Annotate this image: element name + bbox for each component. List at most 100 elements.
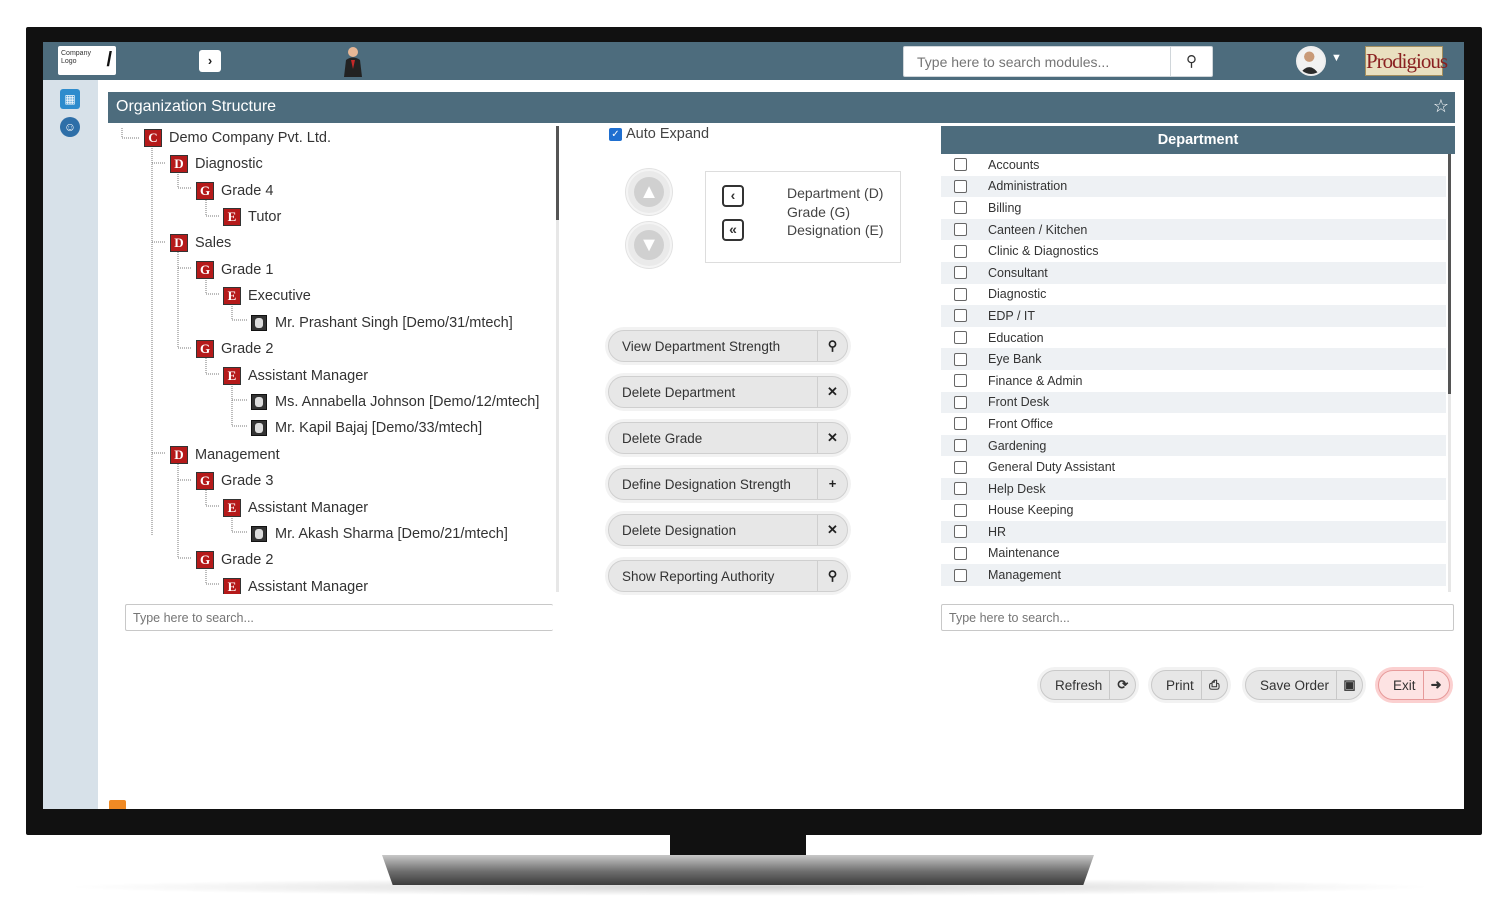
list-item[interactable]: HR [941, 521, 1446, 543]
checkbox[interactable] [954, 266, 967, 280]
list-item[interactable]: Diagnostic [941, 284, 1446, 306]
checkbox[interactable] [954, 374, 967, 388]
list-item[interactable]: Front Desk [941, 391, 1446, 414]
designation-badge-icon: E [223, 208, 241, 226]
list-item[interactable]: Clinic & Diagnostics [941, 240, 1446, 262]
checkbox[interactable] [954, 503, 967, 517]
delete-grade-button[interactable]: Delete Grade ✕ [608, 422, 848, 454]
tree-scrollbar-thumb[interactable] [556, 126, 559, 220]
search-icon[interactable]: ⚲ [1170, 47, 1212, 76]
checkbox[interactable] [954, 525, 967, 539]
tree-node[interactable]: E Assistant Manager [223, 497, 368, 519]
org-chart-icon[interactable]: ▦ [60, 89, 80, 109]
list-item[interactable]: Gardening [941, 434, 1446, 457]
save-order-button[interactable]: Save Order ▣ [1245, 670, 1364, 700]
checkbox[interactable] [954, 223, 967, 237]
refresh-button[interactable]: Refresh ⟳ [1040, 670, 1137, 700]
users-icon[interactable]: ☺ [60, 117, 80, 137]
collapse-single-icon[interactable]: ‹ [722, 185, 744, 207]
star-icon[interactable]: ☆ [1433, 96, 1449, 117]
tree-node[interactable]: E Assistant Manager [223, 576, 368, 594]
delete-department-button[interactable]: Delete Department ✕ [608, 376, 848, 408]
department-label: House Keeping [988, 503, 1074, 518]
tree-scrollbar[interactable] [556, 126, 559, 592]
collapse-all-icon[interactable]: « [722, 219, 744, 241]
tree-node-label: Diagnostic [195, 156, 263, 172]
tree-node[interactable]: D Sales [170, 232, 231, 254]
checkbox[interactable] [954, 482, 967, 496]
tree-node[interactable]: G Grade 1 [196, 259, 273, 281]
list-item[interactable]: Consultant [941, 261, 1446, 284]
tree-node[interactable]: D Management [170, 444, 280, 466]
list-item[interactable]: Front Office [941, 413, 1446, 435]
tree-node[interactable]: C Demo Company Pvt. Ltd. [144, 127, 331, 149]
brand-logo: Prodigious [1365, 46, 1448, 76]
checkbox[interactable] [954, 309, 967, 323]
delete-designation-button[interactable]: Delete Designation ✕ [608, 514, 848, 546]
search-icon: ⚲ [817, 330, 847, 362]
checkbox[interactable] [954, 568, 967, 582]
list-item[interactable]: EDP / IT [941, 305, 1446, 327]
department-search-input[interactable] [942, 605, 1453, 630]
tree-node[interactable]: E Assistant Manager [223, 365, 368, 387]
list-item[interactable]: Administration [941, 175, 1446, 198]
circle-arrow-icon[interactable]: › [199, 50, 221, 72]
list-item[interactable]: Help Desk [941, 477, 1446, 500]
checkbox[interactable] [954, 460, 967, 474]
checkbox[interactable] [954, 201, 967, 215]
checkbox[interactable] [954, 439, 967, 453]
department-list: Accounts Administration Billing Canteen … [941, 154, 1446, 592]
department-scrollbar-thumb[interactable] [1448, 154, 1451, 394]
action-label: Delete Grade [622, 430, 703, 446]
tree-node[interactable]: E Executive [223, 285, 311, 307]
checkbox[interactable] [954, 158, 967, 172]
view-department-strength-button[interactable]: View Department Strength ⚲ [608, 330, 848, 362]
tree-search-input[interactable] [126, 605, 553, 630]
checkbox[interactable] [954, 331, 967, 345]
checkbox[interactable] [954, 287, 967, 301]
list-item[interactable]: Finance & Admin [941, 370, 1446, 392]
list-item[interactable]: Maintenance [941, 543, 1446, 565]
arrow-down-icon: ▼ [634, 230, 664, 260]
tree-node[interactable]: D Diagnostic [170, 153, 263, 175]
tree-node[interactable]: E Tutor [223, 206, 281, 228]
tree-node[interactable]: Mr. Akash Sharma [Demo/21/mtech] [251, 523, 508, 545]
auto-expand-checkbox[interactable]: ✓ Auto Expand [609, 126, 709, 142]
checkbox[interactable] [954, 395, 967, 409]
list-item[interactable]: General Duty Assistant [941, 456, 1446, 478]
move-up-button[interactable]: ▲ [626, 169, 672, 215]
print-button[interactable]: Print ⎙ [1151, 670, 1228, 700]
checkbox[interactable] [954, 352, 967, 366]
caret-down-icon[interactable]: ▼ [1331, 52, 1342, 64]
define-designation-strength-button[interactable]: Define Designation Strength + [608, 468, 848, 500]
tree-node[interactable]: Mr. Kapil Bajaj [Demo/33/mtech] [251, 417, 482, 439]
list-item[interactable]: House Keeping [941, 500, 1446, 522]
exit-button[interactable]: Exit ➜ [1378, 670, 1450, 700]
tree-node[interactable]: G Grade 2 [196, 338, 273, 360]
list-item[interactable]: Education [941, 327, 1446, 349]
checkbox[interactable] [954, 179, 967, 193]
list-item[interactable]: Accounts [941, 154, 1446, 176]
move-down-button[interactable]: ▼ [626, 222, 672, 268]
checkbox[interactable] [954, 417, 967, 431]
tree-node[interactable]: G Grade 3 [196, 470, 273, 492]
checkbox[interactable] [954, 244, 967, 258]
list-item[interactable]: Eye Bank [941, 348, 1446, 370]
tree-node[interactable]: G Grade 4 [196, 180, 273, 202]
department-label: Diagnostic [988, 287, 1047, 302]
department-scrollbar[interactable] [1448, 154, 1451, 592]
tree-node[interactable]: Mr. Prashant Singh [Demo/31/mtech] [251, 312, 513, 334]
module-search-input[interactable] [904, 47, 1172, 76]
collapse-tab-icon[interactable] [109, 800, 126, 809]
checkbox[interactable] [954, 546, 967, 560]
department-label: Management [988, 568, 1061, 583]
list-item[interactable]: Billing [941, 197, 1446, 219]
tree-node[interactable]: Ms. Annabella Johnson [Demo/12/mtech] [251, 391, 539, 413]
company-logo[interactable]: Company Logo / [58, 46, 116, 75]
tree-node-label: Executive [248, 288, 311, 304]
list-item[interactable]: Canteen / Kitchen [941, 218, 1446, 241]
tree-node[interactable]: G Grade 2 [196, 549, 273, 571]
list-item[interactable]: Management [941, 564, 1446, 586]
user-avatar-icon[interactable] [1296, 46, 1326, 76]
show-reporting-authority-button[interactable]: Show Reporting Authority ⚲ [608, 560, 848, 592]
